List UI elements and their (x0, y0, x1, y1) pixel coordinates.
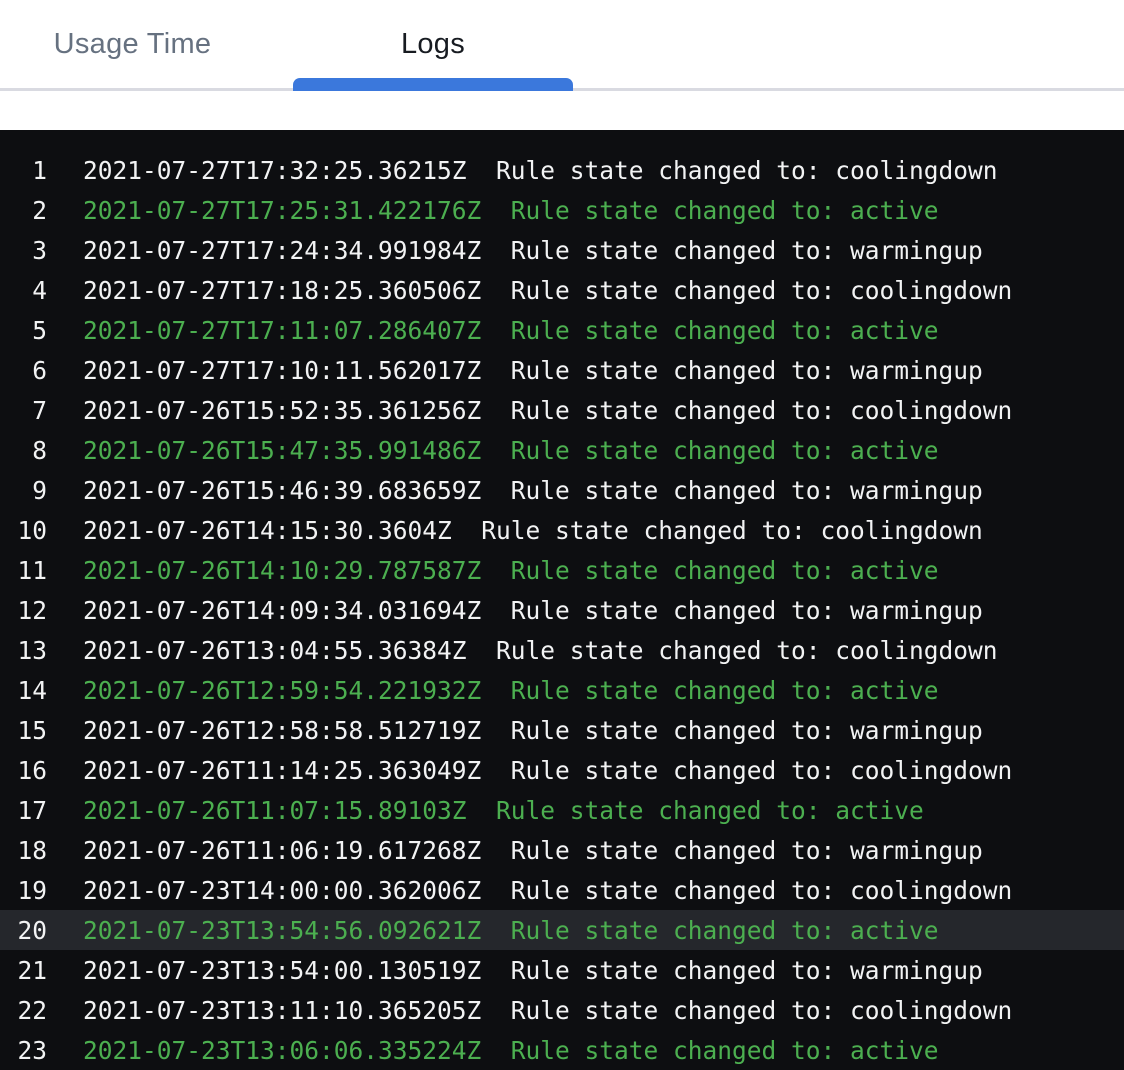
tab-usage-time-label: Usage Time (54, 28, 212, 61)
log-line[interactable]: 14 2021-07-26T12:59:54.221932Z Rule state… (0, 670, 1124, 710)
line-number: 1 (0, 156, 47, 185)
log-line[interactable]: 5 2021-07-27T17:11:07.286407Z Rule state … (0, 310, 1124, 350)
line-number: 8 (0, 436, 47, 465)
line-number: 5 (0, 316, 47, 345)
log-line[interactable]: 18 2021-07-26T11:06:19.617268Z Rule state… (0, 830, 1124, 870)
log-text: 2021-07-26T11:06:19.617268Z Rule state c… (83, 836, 983, 865)
log-line[interactable]: 22 2021-07-23T13:11:10.365205Z Rule state… (0, 990, 1124, 1030)
line-number: 15 (0, 716, 47, 745)
log-text: 2021-07-26T14:10:29.787587Z Rule state c… (83, 556, 939, 585)
log-text: 2021-07-27T17:32:25.36215Z Rule state ch… (83, 156, 998, 185)
tab-logs-label: Logs (401, 28, 465, 61)
log-line[interactable]: 21 2021-07-23T13:54:00.130519Z Rule state… (0, 950, 1124, 990)
log-line[interactable]: 7 2021-07-26T15:52:35.361256Z Rule state … (0, 390, 1124, 430)
log-text: 2021-07-23T13:54:56.092621Z Rule state c… (83, 916, 939, 945)
line-number: 20 (0, 916, 47, 945)
tab-logs[interactable]: Logs (293, 0, 573, 88)
log-text: 2021-07-26T15:52:35.361256Z Rule state c… (83, 396, 1012, 425)
line-number: 16 (0, 756, 47, 785)
line-number: 3 (0, 236, 47, 265)
log-text: 2021-07-23T13:11:10.365205Z Rule state c… (83, 996, 1012, 1025)
line-number: 21 (0, 956, 47, 985)
log-line[interactable]: 1 2021-07-27T17:32:25.36215Z Rule state c… (0, 150, 1124, 190)
tab-bar: Usage Time Logs (0, 0, 1124, 91)
line-number: 7 (0, 396, 47, 425)
line-number: 13 (0, 636, 47, 665)
log-text: 2021-07-26T13:04:55.36384Z Rule state ch… (83, 636, 998, 665)
log-line[interactable]: 20 2021-07-23T13:54:56.092621Z Rule state… (0, 910, 1124, 950)
log-line[interactable]: 3 2021-07-27T17:24:34.991984Z Rule state … (0, 230, 1124, 270)
tab-usage-time[interactable]: Usage Time (0, 0, 265, 88)
log-text: 2021-07-27T17:18:25.360506Z Rule state c… (83, 276, 1012, 305)
active-tab-indicator (293, 78, 573, 91)
log-line[interactable]: 13 2021-07-26T13:04:55.36384Z Rule state … (0, 630, 1124, 670)
line-number: 9 (0, 476, 47, 505)
log-console[interactable]: 1 2021-07-27T17:32:25.36215Z Rule state c… (0, 130, 1124, 1070)
log-text: 2021-07-27T17:10:11.562017Z Rule state c… (83, 356, 983, 385)
log-line[interactable]: 9 2021-07-26T15:46:39.683659Z Rule state … (0, 470, 1124, 510)
log-line[interactable]: 6 2021-07-27T17:10:11.562017Z Rule state … (0, 350, 1124, 390)
log-line[interactable]: 4 2021-07-27T17:18:25.360506Z Rule state … (0, 270, 1124, 310)
log-line[interactable]: 15 2021-07-26T12:58:58.512719Z Rule state… (0, 710, 1124, 750)
line-number: 22 (0, 996, 47, 1025)
log-text: 2021-07-23T13:06:06.335224Z Rule state c… (83, 1036, 939, 1065)
log-text: 2021-07-26T12:58:58.512719Z Rule state c… (83, 716, 983, 745)
log-text: 2021-07-26T14:09:34.031694Z Rule state c… (83, 596, 983, 625)
log-line[interactable]: 17 2021-07-26T11:07:15.89103Z Rule state … (0, 790, 1124, 830)
line-number: 19 (0, 876, 47, 905)
log-text: 2021-07-26T15:47:35.991486Z Rule state c… (83, 436, 939, 465)
line-number: 17 (0, 796, 47, 825)
line-number: 10 (0, 516, 47, 545)
log-text: 2021-07-26T15:46:39.683659Z Rule state c… (83, 476, 983, 505)
log-text: 2021-07-23T13:54:00.130519Z Rule state c… (83, 956, 983, 985)
line-number: 14 (0, 676, 47, 705)
page: Usage Time Logs 1 2021-07-27T17:32:25.362… (0, 0, 1124, 1070)
log-text: 2021-07-27T17:24:34.991984Z Rule state c… (83, 236, 983, 265)
log-line[interactable]: 2 2021-07-27T17:25:31.422176Z Rule state … (0, 190, 1124, 230)
log-line[interactable]: 10 2021-07-26T14:15:30.3604Z Rule state c… (0, 510, 1124, 550)
line-number: 18 (0, 836, 47, 865)
log-line[interactable]: 8 2021-07-26T15:47:35.991486Z Rule state … (0, 430, 1124, 470)
line-number: 11 (0, 556, 47, 585)
log-text: 2021-07-23T14:00:00.362006Z Rule state c… (83, 876, 1012, 905)
log-line[interactable]: 16 2021-07-26T11:14:25.363049Z Rule state… (0, 750, 1124, 790)
line-number: 23 (0, 1036, 47, 1065)
log-text: 2021-07-26T11:14:25.363049Z Rule state c… (83, 756, 1012, 785)
log-text: 2021-07-26T12:59:54.221932Z Rule state c… (83, 676, 939, 705)
log-line[interactable]: 23 2021-07-23T13:06:06.335224Z Rule state… (0, 1030, 1124, 1070)
log-line[interactable]: 19 2021-07-23T14:00:00.362006Z Rule state… (0, 870, 1124, 910)
line-number: 12 (0, 596, 47, 625)
log-line[interactable]: 12 2021-07-26T14:09:34.031694Z Rule state… (0, 590, 1124, 630)
log-text: 2021-07-27T17:25:31.422176Z Rule state c… (83, 196, 939, 225)
line-number: 6 (0, 356, 47, 385)
log-text: 2021-07-27T17:11:07.286407Z Rule state c… (83, 316, 939, 345)
line-number: 4 (0, 276, 47, 305)
log-text: 2021-07-26T14:15:30.3604Z Rule state cha… (83, 516, 983, 545)
log-text: 2021-07-26T11:07:15.89103Z Rule state ch… (83, 796, 924, 825)
log-line[interactable]: 11 2021-07-26T14:10:29.787587Z Rule state… (0, 550, 1124, 590)
line-number: 2 (0, 196, 47, 225)
